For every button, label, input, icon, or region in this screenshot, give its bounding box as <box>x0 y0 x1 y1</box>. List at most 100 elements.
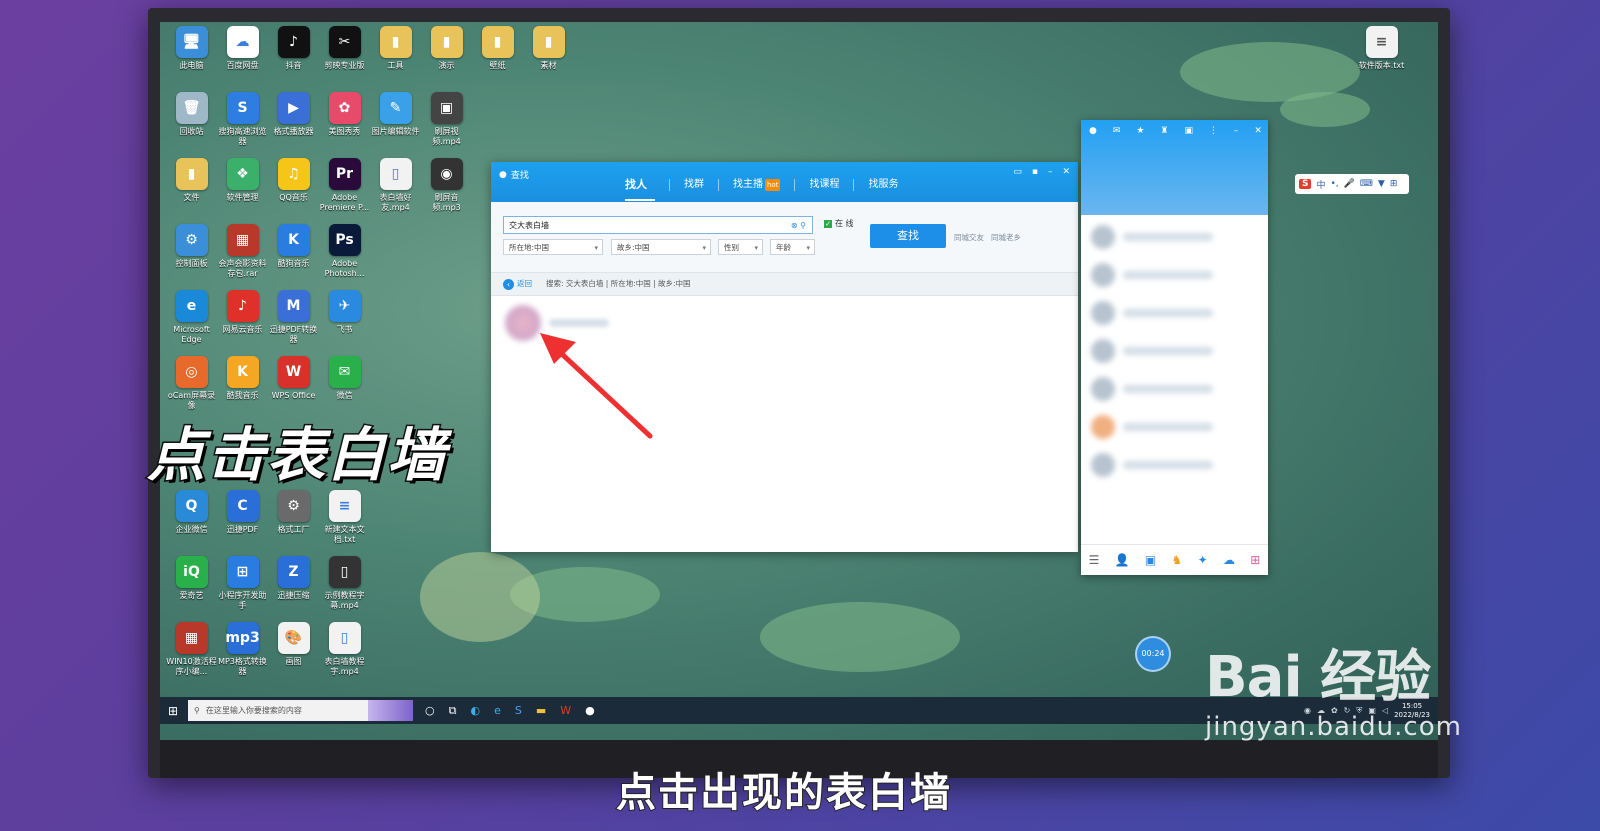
menu-icon[interactable]: ☰ <box>1089 553 1100 567</box>
clear-icon[interactable]: ⊗ <box>791 221 798 230</box>
desktop-icon[interactable]: ▦ 会声会影资料存包.rar <box>217 224 268 290</box>
desktop-icon[interactable]: ▮ 壁纸 <box>472 26 523 92</box>
game-icon[interactable]: ♞ <box>1172 553 1183 567</box>
tab-find-course[interactable]: 找课程 <box>795 179 855 191</box>
wps-icon[interactable]: W <box>560 704 571 718</box>
desktop-icon[interactable]: ✂ 剪映专业版 <box>319 26 370 92</box>
list-item[interactable] <box>1091 449 1258 481</box>
desktop-icon[interactable]: mp3 MP3格式转换器 <box>217 622 268 688</box>
list-item[interactable] <box>1091 335 1258 367</box>
recording-timer[interactable]: 00:24 <box>1135 636 1171 672</box>
folder-icon[interactable]: ▬ <box>536 704 546 718</box>
tab-find-streamer[interactable]: 找主播 hot <box>719 179 796 191</box>
tab-find-service[interactable]: 找服务 <box>854 179 912 191</box>
sogou-browser-icon[interactable]: S <box>515 704 522 718</box>
desktop-icon[interactable]: ▯ 表白墙教程字.mp4 <box>319 622 370 688</box>
cortana-icon[interactable]: ○ <box>425 704 435 718</box>
minimize-icon[interactable]: – <box>1048 167 1053 177</box>
desktop-icon[interactable]: Ps Adobe Photosh... <box>319 224 370 290</box>
more-icon[interactable]: ⋮ <box>1209 126 1218 136</box>
desktop-icon[interactable]: Pr Adobe Premiere P... <box>319 158 370 224</box>
desktop-icon[interactable]: ♪ 网易云音乐 <box>217 290 268 356</box>
file-icon[interactable]: ▣ <box>1145 553 1156 567</box>
same-town-link[interactable]: 同城老乡 <box>991 232 1021 243</box>
location-select[interactable]: 所在地:中国 <box>503 239 603 256</box>
desktop-icon[interactable]: ▮ 演示 <box>421 26 472 92</box>
desktop-icon[interactable]: ☁ 百度网盘 <box>217 26 268 92</box>
tab-find-group[interactable]: 找群 <box>670 179 719 191</box>
apps-icon[interactable]: ⊞ <box>1250 553 1260 567</box>
edge-icon[interactable]: e <box>494 704 501 718</box>
desktop-icon[interactable]: ⊞ 小程序开发助手 <box>217 556 268 622</box>
cloud-icon[interactable]: ☁ <box>1223 553 1235 567</box>
desktop-icon[interactable]: 🗑 回收站 <box>166 92 217 158</box>
desktop-icon[interactable]: ▯ 示例教程字幕.mp4 <box>319 556 370 622</box>
ime-toolbar[interactable]: S 中 •, 🎤 ⌨ ▼ ⊞ <box>1295 174 1409 194</box>
shirt-icon[interactable]: ♜ <box>1160 126 1168 136</box>
keyword-input[interactable]: 交大表白墙 ⊗ ⚲ <box>503 216 813 234</box>
star-icon[interactable]: ★ <box>1136 126 1144 136</box>
ime-mode[interactable]: 中 <box>1316 178 1325 191</box>
lock-icon[interactable]: ▪ <box>1032 167 1038 177</box>
desktop-icon[interactable]: ▶ 格式播放器 <box>268 92 319 158</box>
desktop-icon[interactable]: ✈ 飞书 <box>319 290 370 356</box>
controller-icon[interactable]: ✦ <box>1198 553 1208 567</box>
desktop-icon[interactable]: iQ 爱奇艺 <box>166 556 217 622</box>
desktop-icon[interactable]: ♫ QQ音乐 <box>268 158 319 224</box>
keyboard-icon[interactable]: ⌨ <box>1360 179 1373 189</box>
skin-icon[interactable]: ▼ <box>1378 179 1385 189</box>
tab-find-people[interactable]: 找人 <box>611 179 670 191</box>
punctuation-icon[interactable]: •, <box>1331 179 1339 189</box>
list-item[interactable] <box>1091 221 1258 253</box>
desktop-icon[interactable]: Z 迅捷压缩 <box>268 556 319 622</box>
list-item[interactable] <box>1091 297 1258 329</box>
close-icon[interactable]: ✕ <box>1254 126 1262 136</box>
find-button[interactable]: 查找 <box>870 224 946 248</box>
list-item[interactable] <box>1091 259 1258 291</box>
desktop-icon[interactable]: ⚙ 控制面板 <box>166 224 217 290</box>
bag-icon[interactable]: ▣ <box>1184 126 1193 136</box>
mic-icon[interactable]: 🎤 <box>1344 179 1355 189</box>
grid-icon[interactable]: ⊞ <box>1390 179 1398 189</box>
desktop-icon[interactable]: ◉ 刷屏音频.mp3 <box>421 158 472 224</box>
desktop-icon[interactable]: e Microsoft Edge <box>166 290 217 356</box>
task-view-icon[interactable]: ⧉ <box>449 704 457 718</box>
desktop-icon[interactable]: ▦ WIN10激活程序小编... <box>166 622 217 688</box>
desktop-icon[interactable]: ♪ 抖音 <box>268 26 319 92</box>
windows-start-icon[interactable]: ⊞ <box>160 704 186 718</box>
desktop-icon[interactable]: ⚙ 格式工厂 <box>268 490 319 556</box>
desktop-icon[interactable]: ▯ 表白墙好友.mp4 <box>370 158 421 224</box>
desktop-icon[interactable]: S 搜狗高速浏览器 <box>217 92 268 158</box>
gender-select[interactable]: 性别 <box>718 239 763 256</box>
desktop-icon[interactable]: ✎ 图片编辑软件 <box>370 92 421 158</box>
mail-icon[interactable]: ✉ <box>1113 126 1121 136</box>
desktop-icon[interactable]: K 酷狗音乐 <box>268 224 319 290</box>
taskbar-search[interactable]: ⚲ 在这里输入你要搜索的内容 <box>188 700 413 721</box>
age-select[interactable]: 年龄 <box>770 239 815 256</box>
desktop-icon[interactable]: ✿ 美图秀秀 <box>319 92 370 158</box>
desktop-icon[interactable]: M 迅捷PDF转换器 <box>268 290 319 356</box>
minimize-icon[interactable]: – <box>1234 126 1239 136</box>
close-icon[interactable]: ✕ <box>1062 167 1070 177</box>
qq-icon[interactable]: ● <box>585 704 595 718</box>
back-button[interactable]: ‹ 返回 <box>503 273 532 295</box>
desktop-icon[interactable]: ▮ 素材 <box>523 26 574 92</box>
list-item[interactable] <box>1091 373 1258 405</box>
desktop-icon[interactable]: C 迅捷PDF <box>217 490 268 556</box>
desktop-icon[interactable]: Q 企业微信 <box>166 490 217 556</box>
desktop-icon[interactable]: ▣ 刷屏视频.mp4 <box>421 92 472 158</box>
browser-icon[interactable]: ◐ <box>470 704 480 718</box>
desktop-icon[interactable]: 🎨 画图 <box>268 622 319 688</box>
desktop-icon[interactable]: 🖥 此电脑 <box>166 26 217 92</box>
hometown-select[interactable]: 故乡:中国 <box>611 239 711 256</box>
online-checkbox[interactable]: ✓ 在 线 <box>824 218 854 229</box>
location-pin-icon[interactable]: ⚲ <box>800 221 806 230</box>
desktop-icon[interactable]: ≡ 新建文本文档.txt <box>319 490 370 556</box>
feedback-icon[interactable]: ▭ <box>1013 167 1022 177</box>
contacts-icon[interactable]: 👤 <box>1115 553 1130 567</box>
desktop-icon[interactable]: ▮ 文件 <box>166 158 217 224</box>
desktop-icon[interactable]: ▮ 工具 <box>370 26 421 92</box>
same-city-link[interactable]: 同城交友 <box>954 232 984 243</box>
desktop-icon[interactable]: ❖ 软件管理 <box>217 158 268 224</box>
desktop-file-icon[interactable]: ≡ 软件版本.txt <box>1356 26 1407 71</box>
